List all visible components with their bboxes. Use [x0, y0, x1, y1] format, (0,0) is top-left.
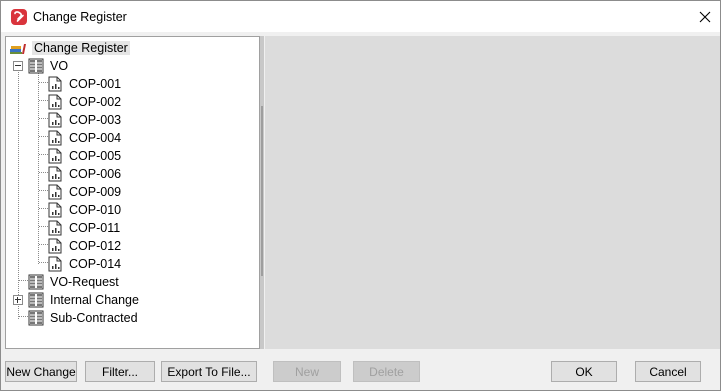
tree-node-cop[interactable]: COP-002: [6, 93, 246, 111]
close-button[interactable]: [690, 1, 720, 32]
delete-button[interactable]: Delete: [353, 361, 420, 382]
folder-binder-icon: [28, 310, 44, 326]
tree-node-cop[interactable]: COP-006: [6, 165, 246, 183]
title-bar: Change Register: [1, 1, 720, 32]
tree-node-cop[interactable]: COP-014: [6, 255, 246, 273]
tree-node-cop[interactable]: COP-004: [6, 129, 246, 147]
folder-binder-icon: [28, 274, 44, 290]
tree-node-label: COP-006: [69, 167, 122, 181]
tree-node-cop[interactable]: COP-001: [6, 75, 246, 93]
tree-node-label: COP-014: [69, 257, 122, 271]
tree-root-label: Change Register: [32, 41, 130, 55]
tree-node-cop[interactable]: COP-011: [6, 219, 246, 237]
tree-node-label: COP-012: [69, 239, 122, 253]
tree-node-label: Internal Change: [50, 293, 139, 307]
document-chart-icon: [48, 184, 62, 200]
collapse-toggle[interactable]: [13, 61, 23, 71]
tree-node-label: COP-003: [69, 113, 122, 127]
tree-node-label: COP-001: [69, 77, 122, 91]
tree-node-label: COP-004: [69, 131, 122, 145]
document-chart-icon: [48, 76, 62, 92]
tree-node-cop[interactable]: COP-012: [6, 237, 246, 255]
splitter-grip[interactable]: [261, 106, 263, 276]
document-chart-icon: [48, 220, 62, 236]
tree-node-label: Sub-Contracted: [50, 311, 138, 325]
change-register-dialog: Change Register Change Register VO COP-0…: [0, 0, 721, 391]
tree-node-label: COP-011: [69, 221, 121, 235]
tree-node-label: VO: [50, 59, 69, 73]
document-chart-icon: [48, 94, 62, 110]
document-chart-icon: [48, 166, 62, 182]
tree-node-internal-change[interactable]: Internal Change: [6, 291, 246, 309]
tree-node-label: VO-Request: [50, 275, 119, 289]
close-icon: [699, 11, 711, 22]
app-logo-icon: [11, 9, 27, 25]
tree-node-label: COP-002: [69, 95, 122, 109]
detail-panel: [265, 36, 720, 349]
new-change-button[interactable]: New Change: [5, 361, 77, 382]
cancel-button[interactable]: Cancel: [635, 361, 701, 382]
new-button[interactable]: New: [273, 361, 341, 382]
expand-toggle[interactable]: [13, 295, 23, 305]
change-register-tree[interactable]: Change Register VO COP-001 COP-002 COP-0…: [5, 36, 260, 349]
tree-node-cop[interactable]: COP-003: [6, 111, 246, 129]
tree-node-cop[interactable]: COP-010: [6, 201, 246, 219]
tree-node-sub-contracted[interactable]: Sub-Contracted: [6, 309, 246, 327]
tree-node-vo[interactable]: VO: [6, 57, 246, 75]
document-chart-icon: [48, 148, 62, 164]
folder-binder-icon: [28, 58, 44, 74]
export-to-file-button[interactable]: Export To File...: [161, 361, 257, 382]
tree-root-node[interactable]: Change Register: [8, 39, 248, 57]
tree-node-label: COP-010: [69, 203, 122, 217]
window-title: Change Register: [33, 10, 127, 24]
tree-node-label: COP-005: [69, 149, 122, 163]
tree-node-vo-request[interactable]: VO-Request: [6, 273, 246, 291]
tree-node-label: COP-009: [69, 185, 122, 199]
tree-node-cop[interactable]: COP-009: [6, 183, 246, 201]
document-chart-icon: [48, 112, 62, 128]
document-chart-icon: [48, 256, 62, 272]
tree-node-cop[interactable]: COP-005: [6, 147, 246, 165]
register-books-icon: [10, 44, 26, 54]
filter-button[interactable]: Filter...: [85, 361, 155, 382]
ok-button[interactable]: OK: [551, 361, 617, 382]
folder-binder-icon: [28, 292, 44, 308]
document-chart-icon: [48, 202, 62, 218]
document-chart-icon: [48, 130, 62, 146]
document-chart-icon: [48, 238, 62, 254]
